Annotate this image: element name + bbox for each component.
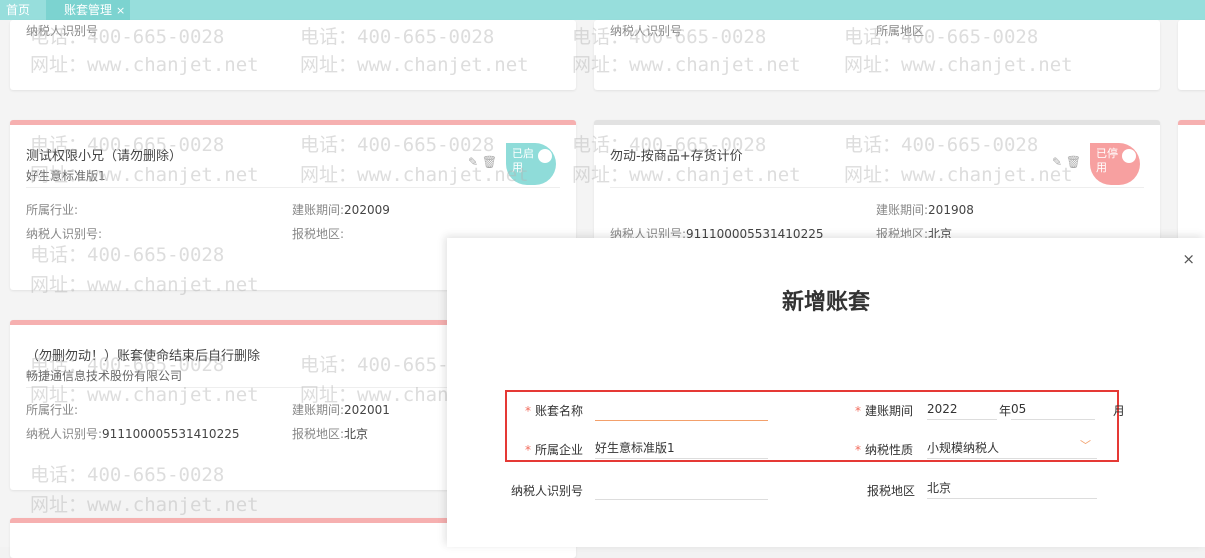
required-mark: * [525,404,531,418]
industry-label: 所属行业: [26,403,79,417]
card-company: 畅捷通信息技术股份有限公司 [26,369,183,383]
period-month-input[interactable]: 05 [1011,399,1095,420]
taxtype-select[interactable]: 小规模纳税人 ﹀ [927,438,1097,459]
period-year-input[interactable]: 2022 [927,399,997,420]
toggle-dot [538,149,552,163]
region-field: 报税地区:北京 [292,425,368,442]
taxid-label: 纳税人识别号 [26,24,99,38]
industry-label: 所属行业: [26,203,79,217]
region-label: 所属地区 [876,24,925,38]
status-label: 已启用 [512,147,534,174]
status-label: 已停用 [1096,147,1118,174]
tab-label: 账套管理 [64,3,113,17]
period-value: 201908 [928,203,974,217]
status-badge[interactable]: 已停用 [1090,143,1140,185]
trash-icon[interactable]: 🗑 [482,155,497,169]
account-name-input[interactable] [595,400,768,421]
period-value: 202009 [344,203,390,217]
period-field: 建账期间:202001 [292,401,390,418]
new-account-dialog: × 新增账套 * 账套名称 * 建账期间 2022 年 05 月 * 所属企业 好生意… [447,238,1205,547]
company-select[interactable]: 好生意标准版1 [595,438,768,459]
account-card-partial[interactable] [1178,20,1205,90]
edit-icon[interactable]: ✎ [1052,155,1062,169]
account-card-partial[interactable]: 纳税人识别号 所属地区 [594,20,1160,90]
card-title: 测试权限小兄（请勿删除） [26,149,183,164]
period-field: 建账期间:201908 [876,201,974,218]
region-label: 报税地区 [867,484,916,498]
card-company: 好生意标准版1 [26,169,106,183]
required-mark: * [855,404,861,418]
taxid-value: 911100005531410225 [102,427,240,441]
card-actions: ✎ 🗑 [468,155,497,169]
month-unit: 月 [1113,404,1126,418]
company-label: * 所属企业 [525,443,584,457]
taxid-label: 纳税人识别号 [511,484,584,498]
card-actions: ✎ 🗑 [1052,155,1081,169]
taxtype-value: 小规模纳税人 [927,441,1000,455]
dialog-title: 新增账套 [781,290,870,315]
close-icon[interactable]: × [1182,250,1195,268]
period-label: 建账期间: [876,203,929,217]
taxtype-label: * 纳税性质 [855,443,914,457]
taxid-input[interactable] [595,479,768,500]
region-select[interactable]: 北京 [927,478,1097,499]
period-value: 202001 [344,403,390,417]
tab-account-management[interactable]: 账套管理 × [46,0,130,20]
divider [26,187,560,188]
taxid-label: 纳税人识别号: [26,227,103,241]
region-label: 报税地区: [292,427,345,441]
tab-close-icon[interactable]: × [116,4,125,17]
region-label: 报税地区: [292,227,345,241]
account-name-label: * 账套名称 [525,404,584,418]
taxid-field: 纳税人识别号:911100005531410225 [26,425,239,442]
period-label: 建账期间: [292,203,345,217]
edit-icon[interactable]: ✎ [468,155,478,169]
required-mark: * [525,443,531,457]
period-label: 建账期间: [292,403,345,417]
status-badge[interactable]: 已启用 [506,143,556,185]
card-title: （勿删勿动！）账套使命结束后自行删除 [26,349,261,364]
period-field: 建账期间:202009 [292,201,390,218]
tab-home[interactable]: 首页 [6,0,30,20]
period-label: * 建账期间 [855,404,914,418]
region-value: 北京 [344,427,369,441]
taxid-label: 纳税人识别号 [610,24,683,38]
toggle-dot [1122,149,1136,163]
top-tab-bar: 首页 账套管理 × [0,0,1205,20]
card-title: 勿动-按商品+存货计价 [610,149,743,164]
account-card-partial[interactable]: 纳税人识别号 [10,20,576,90]
chevron-down-icon[interactable]: ﹀ [1080,436,1091,456]
required-mark: * [855,443,861,457]
trash-icon[interactable]: 🗑 [1066,155,1081,169]
year-unit: 年 [999,404,1012,418]
taxid-label: 纳税人识别号: [26,427,103,441]
divider [610,187,1144,188]
